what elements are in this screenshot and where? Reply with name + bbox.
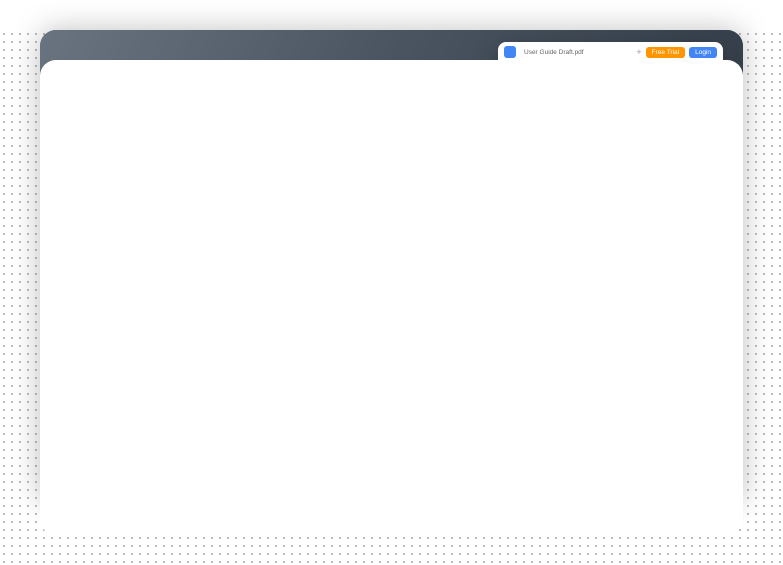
pdf-file-icon (580, 233, 588, 243)
file-row[interactable]: 2022-07-14-BrandBook-V4.pdf ⋯ (580, 203, 713, 217)
compress-icon (652, 93, 662, 103)
file-name: 2022-07-14-BrandBook-V5.pdf (592, 221, 674, 227)
more-icon[interactable]: ⋯ (705, 220, 713, 229)
sidebar-item-cloud[interactable]: Document Cloud (498, 123, 569, 145)
close-icon[interactable]: × (486, 319, 492, 330)
tool-desc: Reduce file size while optimizing for ma… (585, 99, 662, 111)
app-tab[interactable]: User Guide Draft.pdf (520, 47, 588, 58)
file-row[interactable]: 2022-07-14-BrandBook-V5.pdf ⋯ (580, 217, 713, 231)
file-row[interactable]: 2022-07-14-Brandbook_overview.pdf ⋯ (580, 161, 713, 175)
app-main: Common tools Compress PDF Reduce file si… (570, 63, 723, 301)
more-icon[interactable]: ⋯ (705, 192, 713, 201)
note-icon[interactable] (277, 441, 291, 455)
sidebar-item-label: Starred Files (518, 90, 555, 97)
more-icon[interactable]: ⋯ (705, 248, 713, 257)
more-icon[interactable]: ⋯ (705, 234, 713, 243)
sidebar-item-label: Recent File (518, 74, 551, 81)
sidebar-item-label: Document Cloud (517, 127, 561, 141)
note-timestamp: WE, 2021-08-14 10:50:09 (277, 323, 488, 332)
file-header-label: Document Name (580, 146, 629, 153)
pdf-file-icon (580, 219, 588, 229)
heading-main-form: Ma(* form of Damage!e Compensatory damag… (97, 209, 383, 218)
para-highlighted: On a breach of contract by a defendant, … (97, 254, 383, 282)
pdf-file-icon (580, 191, 588, 201)
color-blue[interactable] (460, 443, 471, 454)
color-red[interactable] (409, 443, 420, 454)
app-topbar: User Guide Draft.pdf + Free Trial Login (498, 42, 723, 63)
common-tools-title: Common tools (580, 71, 713, 80)
file-row[interactable]: 2022-07-14-BrandBook-V7.pdf ⋯ (580, 245, 713, 259)
tool-compress[interactable]: Compress PDF Reduce file size while opti… (580, 86, 667, 122)
file-name: 2022-07-14-Brandbook_overview.pdf (592, 165, 690, 171)
recent-file-title: Recent File (580, 130, 713, 139)
sticky-note[interactable]: × WE, 2021-08-14 10:50:09 Compensatory d… (265, 313, 500, 463)
tool-combine[interactable]: Combin Combine… (673, 86, 713, 122)
file-name: 2022-07-14-BrandBook-V3.pdf (592, 193, 674, 199)
file-row[interactable]: 2022-07-14-BrandBook-V3.pdf ⋯ (580, 189, 713, 203)
color-yellow[interactable] (392, 443, 403, 454)
color-green[interactable] (443, 443, 454, 454)
para-exp-line: damages! Main ways of measuring expectat… (97, 289, 383, 298)
pdf-file-icon (580, 205, 588, 215)
chevron-down-icon: ▾ (632, 145, 635, 153)
para-main: Compensatory damages, are paid to compen… (97, 221, 383, 240)
file-list-header[interactable]: Document Name ▾ (580, 145, 713, 157)
app-sidebar: Recent File Starred Files Recent Folders… (498, 63, 570, 301)
file-list: 2022-07-14-Brandbook_overview.pdf⋯2022-0… (580, 161, 713, 259)
file-name: 2022-07-14-BrandBook-V4.pdf (592, 207, 674, 213)
pdf-file-icon (580, 163, 588, 173)
folder-icon (506, 108, 514, 116)
clock-icon (506, 73, 514, 81)
more-icon[interactable]: ⋯ (705, 178, 713, 187)
sidebar-item-recent[interactable]: Recent File (498, 69, 569, 85)
color-orange[interactable] (426, 443, 437, 454)
highlight-3[interactable]: complete recover as an injured (97, 274, 188, 281)
heading-expectation: 1) Expectation losses: (97, 245, 383, 252)
pdf-file-icon (580, 247, 588, 257)
more-icon[interactable]: ⋯ (705, 206, 713, 215)
star-icon (506, 89, 514, 97)
more-icon[interactable]: ⋯ (705, 164, 713, 173)
highlight-1[interactable]: On a breach of contract by a defendant, … (97, 255, 338, 262)
tool-desc: Combine… (678, 111, 708, 117)
document-summary: Summary: Damages for breach of contract … (97, 140, 383, 149)
cloud-icon (506, 130, 513, 138)
note-body[interactable]: Compensatory damages, are paid to compen… (277, 338, 488, 398)
new-tab-icon[interactable]: + (636, 47, 641, 57)
combine-icon (698, 93, 708, 103)
document-title: Remedies for breach of Contract (97, 108, 383, 125)
sidebar-item-folders[interactable]: Recent Folders (498, 101, 569, 123)
file-name: 2022-07-14-BrandBook-V2.pdf (592, 179, 674, 185)
free-trial-button[interactable]: Free Trial (646, 47, 685, 58)
login-button[interactable]: Login (689, 47, 717, 58)
pdf-app-window: User Guide Draft.pdf + Free Trial Login … (498, 42, 723, 302)
pdf-file-icon (580, 177, 588, 187)
highlight-2[interactable]: the injured party to the economic positi… (97, 265, 300, 272)
file-row[interactable]: 2022-07-14-BrandBook-V6.pdf ⋯ (580, 231, 713, 245)
document-rule (97, 131, 383, 132)
sidebar-item-label: Recent Folders (518, 105, 561, 119)
tool-name: Compress PDF (585, 91, 662, 98)
color-purple[interactable] (477, 443, 488, 454)
hl3-rest: one insofar in a "benefit-of-t… (190, 274, 276, 281)
file-row[interactable]: 2022-07-14-BrandBook-V2.pdf ⋯ (580, 175, 713, 189)
document-intro: designed to compensate the victim for th… (97, 155, 383, 202)
file-name: 2022-07-14-BrandBook-V6.pdf (592, 235, 674, 241)
sidebar-item-starred[interactable]: Starred Files (498, 85, 569, 101)
app-logo-icon[interactable] (504, 46, 516, 58)
file-name: 2022-07-14-BrandBook-V7.pdf (592, 249, 674, 255)
